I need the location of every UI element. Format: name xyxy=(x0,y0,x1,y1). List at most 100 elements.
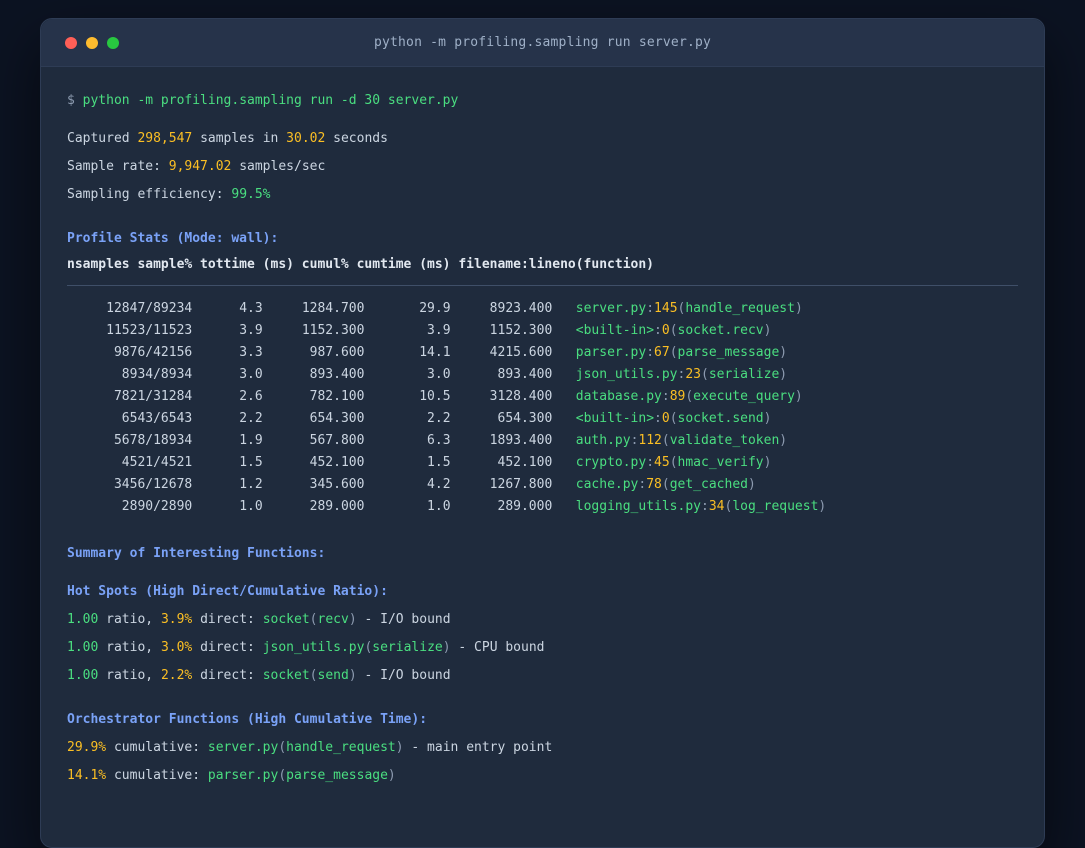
cumtime-cell: 1152.300 xyxy=(450,323,553,338)
tottime-cell: 289.000 xyxy=(262,499,365,514)
window-title: python -m profiling.sampling run server.… xyxy=(373,35,712,50)
cumul-pct-cell: 4.2 xyxy=(364,477,451,492)
lineno-cell: 89 xyxy=(669,389,686,404)
punctuation: ) xyxy=(763,323,772,338)
punctuation: : xyxy=(654,323,662,338)
nsamples-cell: 12847/89234 xyxy=(67,301,193,316)
sample-pct-cell: 2.2 xyxy=(192,411,263,426)
sample-pct-cell: 4.3 xyxy=(192,301,263,316)
function-cell: log_request xyxy=(732,499,819,514)
function-cell: get_cached xyxy=(669,477,748,492)
function-cell: socket.recv xyxy=(677,323,764,338)
text-segment: ( xyxy=(309,612,318,627)
text-segment: handle_request xyxy=(286,740,396,755)
lineno-cell: 78 xyxy=(646,477,662,492)
sample-pct-cell: 3.0 xyxy=(192,367,263,382)
text-segment: ( xyxy=(278,768,287,783)
cumtime-cell: 654.300 xyxy=(450,411,553,426)
hot-spot-line: 1.00 ratio, 3.9% direct: socket(recv) - … xyxy=(67,606,1018,634)
text-segment: 1.00 xyxy=(67,640,99,655)
stats-table: 12847/89234 4.3 1284.700 29.9 8923.400 s… xyxy=(67,298,1018,518)
punctuation: : xyxy=(646,455,655,470)
hot-spots-heading: Hot Spots (High Direct/Cumulative Ratio)… xyxy=(67,584,388,599)
cumul-pct-cell: 2.2 xyxy=(364,411,451,426)
lineno-cell: 34 xyxy=(708,499,725,514)
punctuation: ) xyxy=(779,433,788,448)
stats-table-row: 4521/4521 1.5 452.100 1.5 452.100 crypto… xyxy=(67,452,1018,474)
minimize-button[interactable] xyxy=(86,36,98,49)
text-segment: 3.0% xyxy=(160,640,193,655)
nsamples-cell: 9876/42156 xyxy=(67,345,193,360)
terminal-window: python -m profiling.sampling run server.… xyxy=(40,18,1045,848)
text-segment: - main entry point xyxy=(403,740,553,755)
filename-cell: cache.py xyxy=(575,477,639,492)
maximize-button[interactable] xyxy=(107,36,119,49)
text-segment: samples in xyxy=(192,131,287,146)
text-segment: direct: xyxy=(192,640,263,655)
summary-heading: Summary of Interesting Functions: xyxy=(67,546,326,561)
tottime-cell: 654.300 xyxy=(262,411,365,426)
stats-divider xyxy=(67,285,1018,286)
nsamples-cell: 11523/11523 xyxy=(67,323,193,338)
text-segment: socket xyxy=(262,612,310,627)
function-cell: handle_request xyxy=(685,301,795,316)
stats-table-row: 2890/2890 1.0 289.000 1.0 289.000 loggin… xyxy=(67,496,1018,518)
text-segment: direct: xyxy=(192,612,263,627)
lineno-cell: 67 xyxy=(654,345,670,360)
punctuation: ) xyxy=(747,477,756,492)
text-segment: direct: xyxy=(192,668,263,683)
text-segment: 9,947.02 xyxy=(168,159,232,174)
text-segment: ) xyxy=(395,740,404,755)
nsamples-cell: 5678/18934 xyxy=(67,433,193,448)
cumtime-cell: 289.000 xyxy=(450,499,553,514)
text-segment: - CPU bound xyxy=(450,640,545,655)
nsamples-cell: 4521/4521 xyxy=(67,455,193,470)
profile-stats-heading: Profile Stats (Mode: wall): xyxy=(67,231,279,246)
cumtime-cell: 3128.400 xyxy=(450,389,553,404)
punctuation: ) xyxy=(763,455,772,470)
punctuation: : xyxy=(646,345,655,360)
punctuation: ( xyxy=(669,345,678,360)
sample-pct-cell: 1.2 xyxy=(192,477,263,492)
close-button[interactable] xyxy=(65,36,77,49)
sample-pct-cell: 1.0 xyxy=(192,499,263,514)
sample-pct-cell: 1.9 xyxy=(192,433,263,448)
stats-table-row: 11523/11523 3.9 1152.300 3.9 1152.300 <b… xyxy=(67,320,1018,342)
punctuation: ( xyxy=(685,389,694,404)
cumtime-cell: 8923.400 xyxy=(450,301,553,316)
punctuation: : xyxy=(646,301,655,316)
text-segment: - I/O bound xyxy=(356,612,451,627)
function-cell: execute_query xyxy=(693,389,795,404)
text-segment: parser.py xyxy=(207,768,279,783)
nsamples-cell: 8934/8934 xyxy=(67,367,193,382)
filename-cell: auth.py xyxy=(575,433,631,448)
text-segment: ratio, xyxy=(98,612,161,627)
punctuation: ) xyxy=(779,367,788,382)
sampling-efficiency-line: Sampling efficiency: 99.5% xyxy=(67,181,1018,209)
stats-table-row: 3456/12678 1.2 345.600 4.2 1267.800 cach… xyxy=(67,474,1018,496)
stats-table-row: 5678/18934 1.9 567.800 6.3 1893.400 auth… xyxy=(67,430,1018,452)
text-segment: ) xyxy=(387,768,396,783)
stats-table-row: 7821/31284 2.6 782.100 10.5 3128.400 dat… xyxy=(67,386,1018,408)
sample-pct-cell: 3.9 xyxy=(192,323,263,338)
filename-cell: <built-in> xyxy=(575,411,655,426)
tottime-cell: 567.800 xyxy=(262,433,365,448)
text-segment: ) xyxy=(442,640,451,655)
lineno-cell: 45 xyxy=(654,455,670,470)
punctuation: : xyxy=(661,389,670,404)
text-segment: ( xyxy=(278,740,287,755)
orchestrators-block: 29.9% cumulative: server.py(handle_reque… xyxy=(67,734,1018,790)
punctuation: ( xyxy=(701,367,709,382)
text-segment: - I/O bound xyxy=(356,668,451,683)
cumul-pct-cell: 10.5 xyxy=(364,389,451,404)
cumul-pct-cell: 3.9 xyxy=(364,323,451,338)
tottime-cell: 782.100 xyxy=(262,389,365,404)
punctuation: ( xyxy=(669,411,678,426)
stats-table-row: 12847/89234 4.3 1284.700 29.9 8923.400 s… xyxy=(67,298,1018,320)
tottime-cell: 893.400 xyxy=(262,367,365,382)
text-segment: ratio, xyxy=(98,640,161,655)
sample-pct-cell: 1.5 xyxy=(192,455,263,470)
punctuation: : xyxy=(654,411,662,426)
